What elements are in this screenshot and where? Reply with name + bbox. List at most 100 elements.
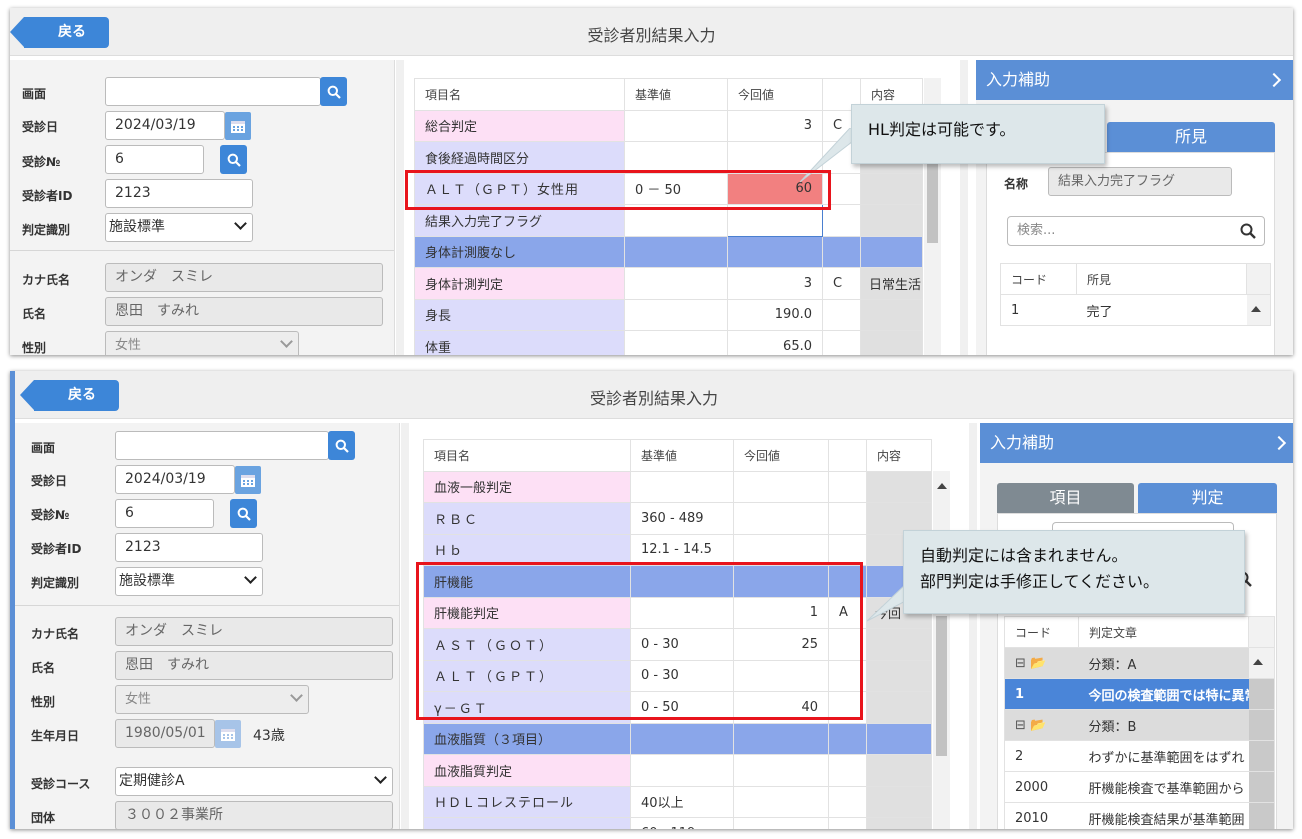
table-row[interactable]: ＬＤＬコレステロール 60 - 119 [423, 817, 932, 829]
grid-header: コード 所見 [1000, 263, 1271, 295]
chevron-right-icon[interactable] [1266, 72, 1282, 88]
scroll-up-icon[interactable] [1246, 294, 1271, 326]
group-row[interactable]: ⊟ 📂 分類：A [1004, 647, 1275, 679]
table-row[interactable]: 血液一般判定 [423, 470, 932, 503]
scrollbar-thumb[interactable] [1248, 740, 1275, 772]
flag-value [828, 502, 867, 535]
visit-no-search-button[interactable] [230, 499, 257, 528]
patient-id-input[interactable]: 2123 [115, 533, 263, 562]
scroll-up-icon[interactable] [937, 483, 947, 489]
chevron-right-icon[interactable] [1271, 435, 1287, 451]
reference-value [624, 109, 728, 142]
current-value[interactable]: 3 [727, 267, 823, 300]
table-row[interactable]: Ｈｂ 12.1 - 14.5 [423, 533, 932, 566]
sex-label: 性別 [31, 695, 56, 709]
tab-items[interactable]: 項目 [997, 483, 1134, 513]
screen-input[interactable] [115, 431, 329, 460]
current-value[interactable] [733, 754, 829, 787]
judge-type-select[interactable]: 施設標準 [115, 567, 263, 596]
flag-value [822, 330, 861, 355]
item-name: 血液脂質判定 [423, 754, 631, 787]
item-name: 血液一般判定 [423, 470, 631, 503]
scrollbar-thumb[interactable] [1248, 771, 1275, 803]
current-value[interactable] [733, 533, 829, 566]
list-item[interactable]: 2 わずかに基準範囲をはずれ [1004, 740, 1275, 772]
reference-value: 12.1 - 14.5 [630, 533, 734, 566]
visit-no-input[interactable]: 6 [105, 145, 204, 174]
col-code: コード [1004, 616, 1079, 648]
current-value [727, 235, 823, 268]
name-field: 恩田 すみれ [115, 651, 393, 680]
group-row[interactable]: ⊟ 📂 分類：B [1004, 709, 1275, 741]
visit-date-input[interactable]: 2024/03/19 [115, 465, 235, 494]
list-item[interactable]: 2010 肝機能検査結果が基準範囲 [1004, 802, 1275, 829]
visit-date-input[interactable]: 2024/03/19 [105, 111, 225, 140]
table-row[interactable]: 血液脂質判定 [423, 754, 932, 787]
folder-icon[interactable]: ⊟ 📂 [1004, 709, 1079, 741]
callout-manual-judgement: 自動判定には含まれません。 部門判定は手修正してください。 [903, 530, 1245, 614]
table-row[interactable]: 身長 190.0 [414, 298, 923, 331]
table-row[interactable]: ＨＤＬコレステロール 40以上 [423, 785, 932, 818]
sex-select: 女性 [105, 331, 299, 355]
current-value[interactable] [733, 470, 829, 503]
grid-scrollbar[interactable] [933, 471, 950, 829]
calendar-icon[interactable] [235, 466, 261, 494]
patient-form: 画面 受診日 2024/03/19 受診№ 6 受診者ID 2123 判定識別 … [10, 60, 395, 355]
splitter[interactable] [969, 423, 977, 829]
finding-code: 1 [1000, 294, 1077, 326]
splitter[interactable] [401, 423, 409, 829]
judgement-grid: コード 判定文章 ⊟ 📂 分類：A 1 今回の検査範囲では特に異常 ⊟ 📂 分類… [1004, 616, 1276, 829]
table-row[interactable]: ＲＢＣ 360 - 489 [423, 502, 932, 535]
visit-no-search-button[interactable] [220, 145, 247, 174]
course-select[interactable]: 定期健診A [115, 767, 393, 796]
scrollbar-thumb[interactable] [1248, 678, 1275, 710]
reference-value [630, 754, 734, 787]
search-icon[interactable] [1240, 223, 1256, 239]
input-assist-header[interactable]: 入力補助 [980, 423, 1293, 463]
folder-icon[interactable]: ⊟ 📂 [1004, 647, 1079, 679]
screen-search-button[interactable] [320, 77, 347, 106]
note-value [866, 817, 932, 829]
list-item-selected[interactable]: 1 今回の検査範囲では特に異常 [1004, 678, 1275, 710]
scrollbar-thumb[interactable] [1248, 802, 1275, 829]
search-icon [327, 85, 341, 99]
grid-header: コード 判定文章 [1004, 616, 1275, 648]
scrollbar-thumb[interactable] [1248, 709, 1275, 741]
note-value [866, 785, 932, 818]
current-value[interactable] [733, 502, 829, 535]
current-value[interactable] [733, 785, 829, 818]
list-item[interactable]: 2000 肝機能検査で基準範囲から [1004, 771, 1275, 803]
judge-type-value: 施設標準 [119, 573, 175, 589]
tab-findings[interactable]: 所見 [1107, 122, 1275, 152]
calendar-icon[interactable] [225, 112, 251, 140]
judge-type-select[interactable]: 施設標準 [105, 213, 253, 242]
table-row[interactable]: 身体計測腹なし [414, 235, 923, 268]
patient-id-input[interactable]: 2123 [105, 179, 253, 208]
visit-no-input[interactable]: 6 [115, 499, 214, 528]
current-value[interactable] [733, 817, 829, 829]
search-icon [335, 439, 349, 453]
table-row[interactable]: 血液脂質（３項目） [423, 722, 932, 755]
scrollbar-thumb[interactable] [936, 616, 947, 756]
assist-search-input[interactable]: 検索... [1007, 216, 1265, 246]
table-row[interactable]: 身体計測判定 3 C 日常生活 [414, 267, 923, 300]
table-row[interactable]: 体重 65.0 [414, 330, 923, 355]
note-value [866, 754, 932, 787]
screen-search-button[interactable] [328, 431, 355, 460]
col-current-value: 今回値 [727, 78, 823, 111]
screen-input[interactable] [105, 77, 321, 106]
scroll-up-icon[interactable] [1248, 647, 1275, 679]
splitter[interactable] [396, 60, 404, 355]
callout-line-1: 自動判定には含まれません。 [920, 546, 1128, 565]
highlight-box [405, 170, 831, 210]
list-item[interactable]: 1 完了 [1000, 294, 1271, 326]
item-name: 身長 [414, 298, 625, 331]
tab-judgement[interactable]: 判定 [1138, 483, 1277, 513]
current-value[interactable]: 65.0 [727, 330, 823, 355]
input-assist-header[interactable]: 入力補助 [976, 60, 1293, 100]
note-value: 日常生活 [860, 267, 923, 300]
scrollbar-thumb[interactable] [927, 163, 938, 243]
reference-value [624, 298, 728, 331]
current-value[interactable]: 190.0 [727, 298, 823, 331]
screen-label: 画面 [31, 441, 56, 455]
